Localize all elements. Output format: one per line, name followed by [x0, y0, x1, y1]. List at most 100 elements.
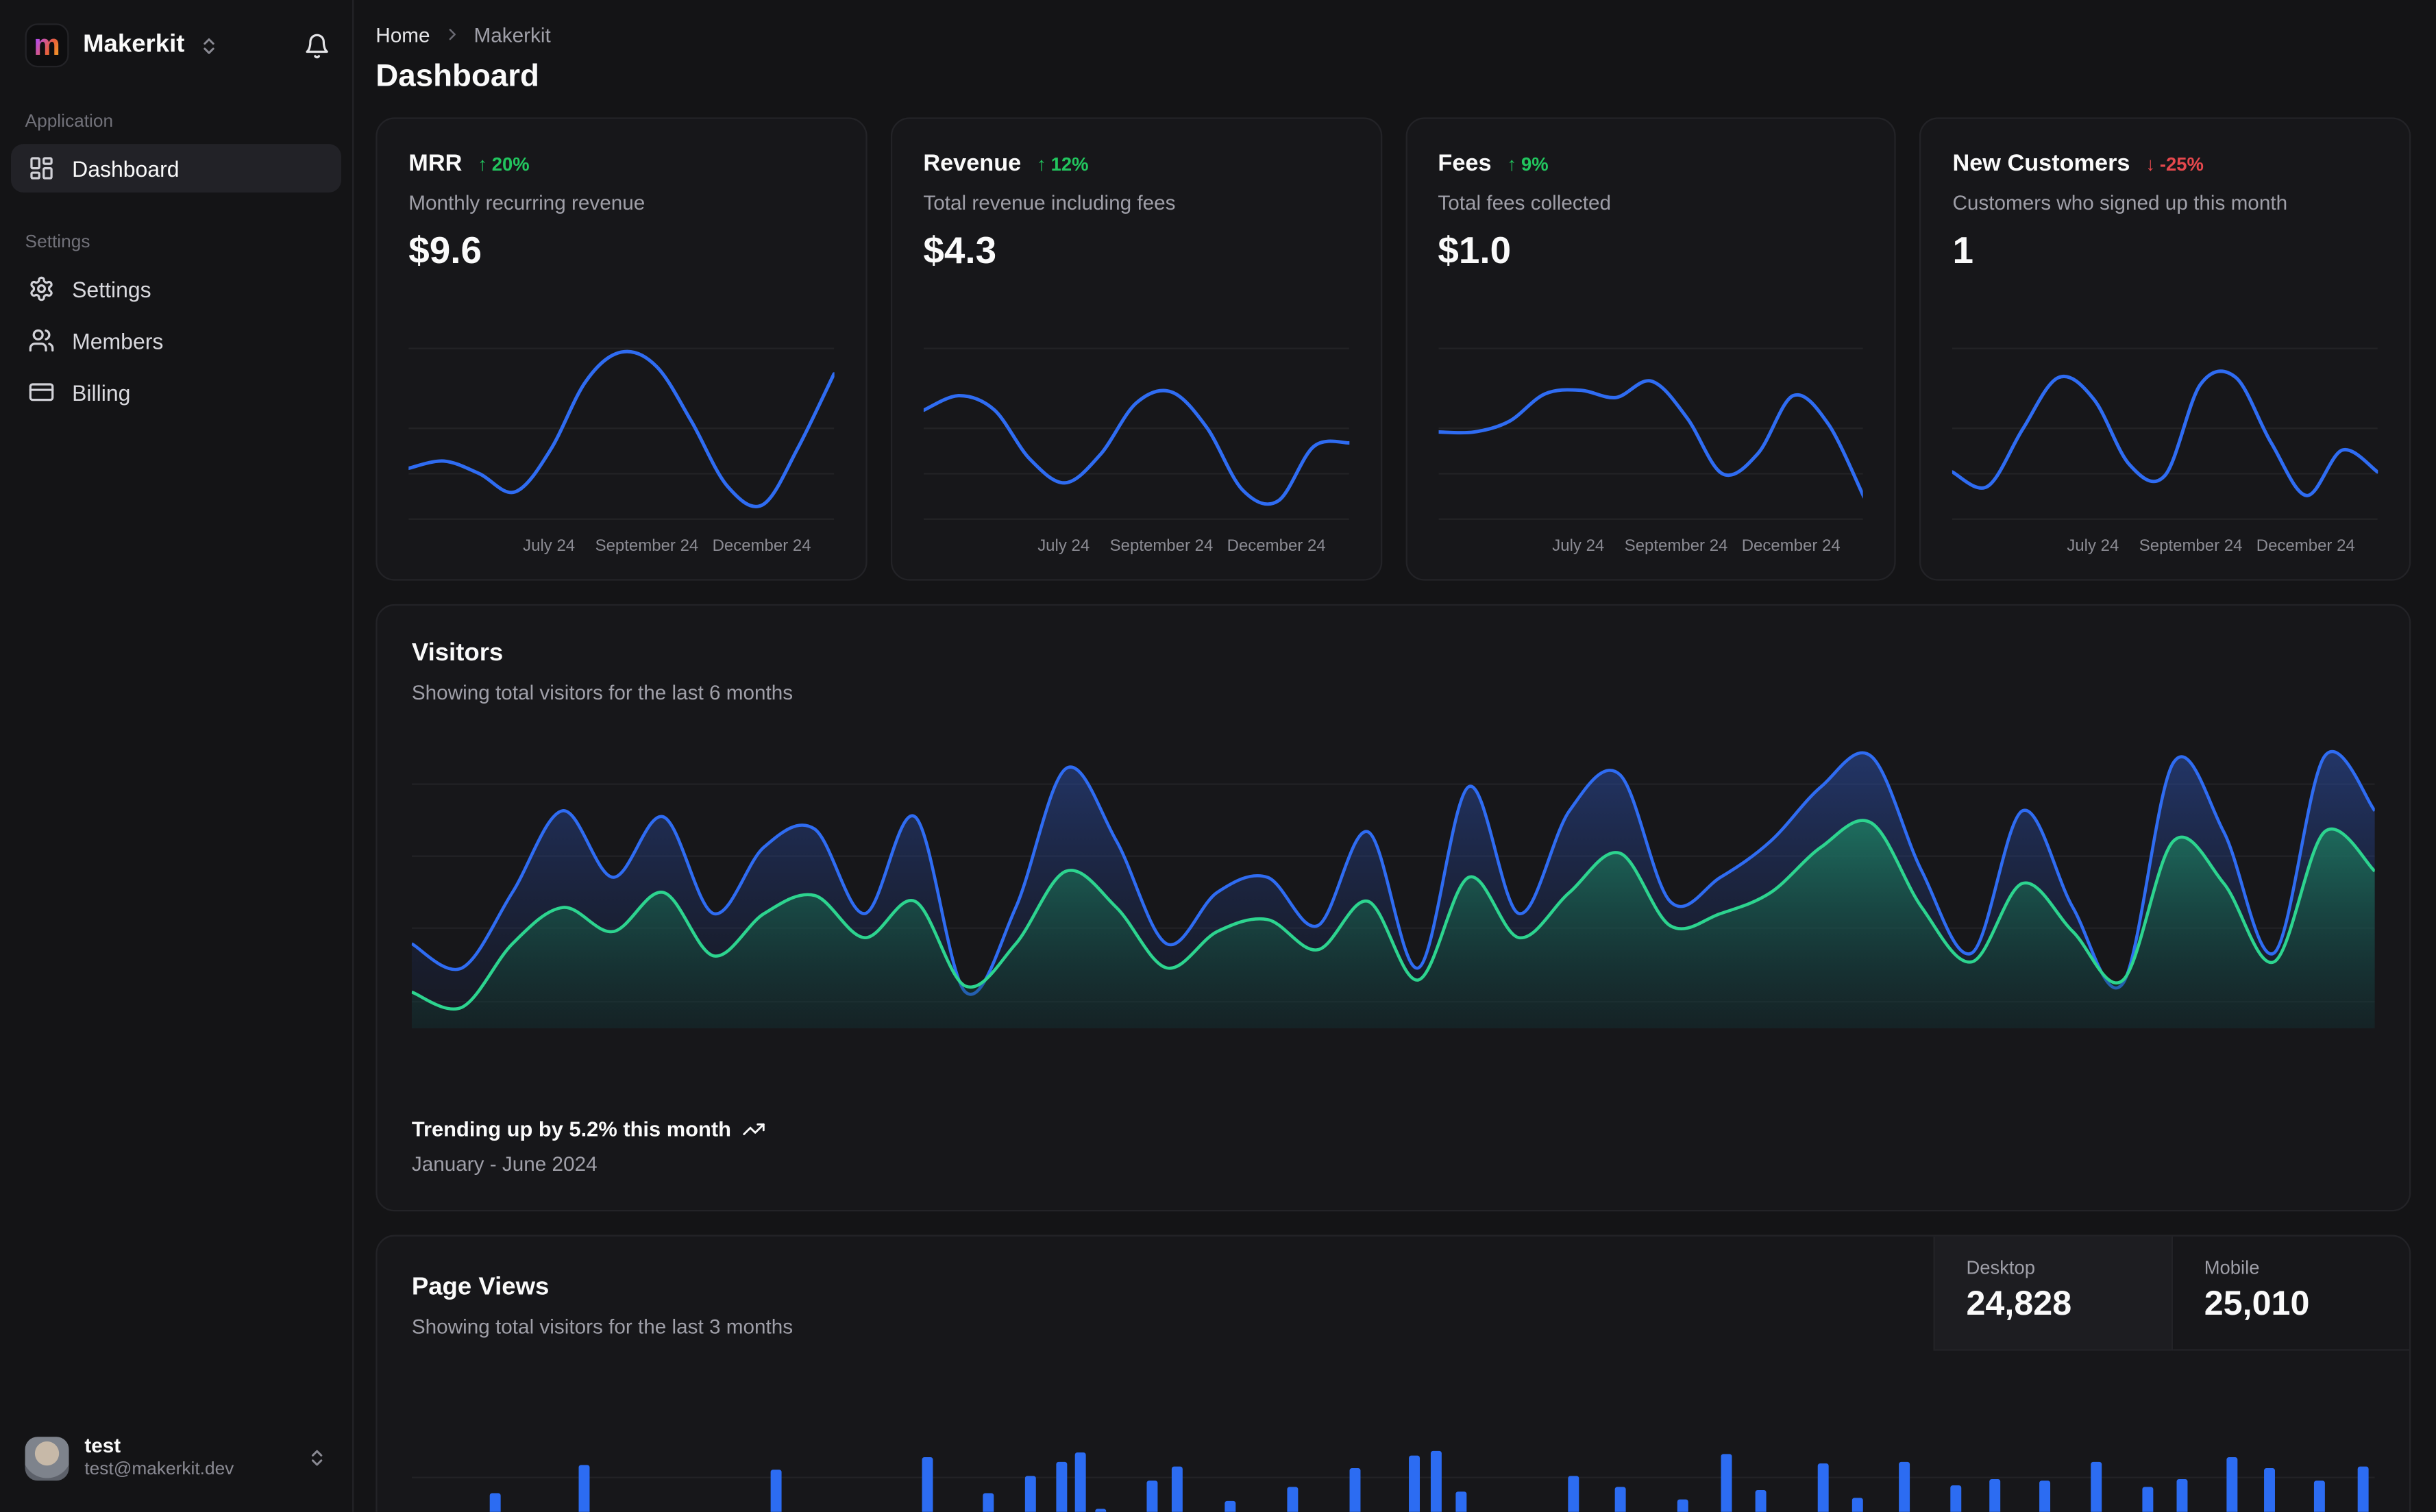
stat-value: $9.6	[408, 230, 482, 273]
visitors-footer: Trending up by 5.2% this month January -…	[412, 1117, 2375, 1176]
bar	[1989, 1478, 2001, 1512]
x-axis-labels: July 24 September 24 December 24	[523, 536, 811, 556]
users-icon	[28, 327, 55, 354]
trend-badge: ↑ 9%	[1507, 152, 1549, 175]
user-menu[interactable]: test test@makerkit.dev	[12, 1426, 339, 1490]
bar	[1056, 1461, 1068, 1512]
stat-title: MRR	[408, 150, 463, 177]
sidebar: m Makerkit Application Dashboard Setting…	[0, 0, 354, 1512]
notifications-button[interactable]	[304, 32, 330, 59]
bar	[2226, 1457, 2238, 1512]
x-axis-labels: July 24 September 24 December 24	[1037, 536, 1326, 556]
bar	[2264, 1467, 2275, 1512]
bar	[1430, 1450, 1442, 1512]
stat-card-mrr: MRR ↑ 20% Monthly recurring revenue $9.6 …	[376, 117, 868, 581]
mobile-label: Mobile	[2204, 1256, 2260, 1279]
bar	[1817, 1463, 1829, 1512]
bar	[983, 1493, 994, 1512]
user-email: test@makerkit.dev	[84, 1460, 234, 1480]
bar	[1455, 1491, 1467, 1512]
bar	[770, 1470, 782, 1512]
chevron-right-icon	[443, 25, 461, 44]
breadcrumb-current: Makerkit	[473, 23, 551, 47]
revenue-sparkline-chart: July 24 September 24 December 24	[923, 341, 1349, 560]
arrow-up-icon: ↑	[1507, 152, 1517, 175]
arrow-up-icon: ↑	[478, 152, 487, 175]
bar	[1095, 1509, 1107, 1512]
sidebar-top: m Makerkit Application Dashboard Setting…	[0, 18, 352, 419]
bar	[922, 1457, 933, 1512]
bar	[1755, 1489, 1767, 1512]
visitors-trend-text: Trending up by 5.2% this month	[411, 1117, 731, 1141]
bar	[2039, 1480, 2051, 1512]
visitors-area-chart	[411, 726, 2375, 1028]
mobile-toggle[interactable]: Mobile 25,010	[2171, 1236, 2409, 1351]
trend-badge: ↑ 20%	[478, 152, 530, 175]
sidebar-item-label: Settings	[72, 276, 151, 301]
stat-value: 1	[1952, 230, 1973, 273]
visitors-period: January - June 2024	[411, 1152, 598, 1176]
stat-title: Fees	[1438, 150, 1492, 177]
sidebar-item-settings[interactable]: Settings	[11, 264, 341, 313]
stat-value: $4.3	[923, 230, 997, 273]
x-axis-labels: July 24 September 24 December 24	[1552, 536, 1841, 556]
sidebar-item-members[interactable]: Members	[11, 316, 341, 364]
visitors-card: Visitors Showing total visitors for the …	[376, 604, 2411, 1212]
sidebar-item-dashboard[interactable]: Dashboard	[10, 144, 342, 193]
workspace-switcher[interactable]: m Makerkit	[25, 23, 304, 68]
chevrons-up-down-icon	[307, 1448, 328, 1469]
bar	[578, 1465, 590, 1512]
stat-title: New Customers	[1952, 150, 2130, 177]
desktop-label: Desktop	[1966, 1256, 2036, 1279]
bar	[1349, 1467, 1361, 1512]
stat-value: $1.0	[1438, 230, 1512, 273]
sidebar-header: m Makerkit	[0, 18, 352, 72]
sidebar-item-label: Billing	[72, 380, 131, 405]
mrr-sparkline-chart: July 24 September 24 December 24	[408, 341, 834, 560]
sidebar-item-billing[interactable]: Billing	[11, 368, 341, 417]
bar	[489, 1493, 501, 1512]
gear-icon	[28, 275, 55, 302]
bar	[2176, 1478, 2188, 1512]
trending-up-icon	[742, 1117, 765, 1141]
stat-description: Customers who signed up this month	[1952, 190, 2288, 214]
stat-card-new-customers: New Customers ↓ -25% Customers who signed…	[1919, 117, 2411, 581]
trend-badge: ↓ -25%	[2145, 152, 2204, 175]
bar	[1950, 1485, 1962, 1512]
breadcrumb-home-link[interactable]: Home	[376, 23, 430, 46]
bar	[2091, 1461, 2102, 1512]
bar	[1851, 1498, 1863, 1512]
page-views-toggles: Desktop 24,828 Mobile 25,010	[1933, 1236, 2409, 1351]
bar	[1171, 1466, 1183, 1512]
app-window: m Makerkit Application Dashboard Setting…	[0, 0, 2436, 1512]
sparkline-svg	[923, 341, 1349, 523]
stat-card-revenue: Revenue ↑ 12% Total revenue including fee…	[890, 117, 1382, 581]
desktop-value: 24,828	[1966, 1283, 2072, 1323]
bar	[1568, 1476, 1579, 1512]
nav-section-label-application: Application	[25, 112, 114, 132]
sidebar-item-label: Members	[72, 327, 164, 354]
bar	[1074, 1452, 1086, 1512]
nav-section-label-settings: Settings	[25, 233, 90, 252]
stat-description: Total fees collected	[1438, 190, 1612, 214]
bar	[1721, 1454, 1732, 1512]
visitors-subtitle: Showing total visitors for the last 6 mo…	[411, 680, 793, 705]
bar	[1225, 1500, 1236, 1512]
workspace-name: Makerkit	[83, 31, 185, 58]
sidebar-item-label: Dashboard	[72, 156, 180, 181]
stat-card-fees: Fees ↑ 9% Total fees collected $1.0 July …	[1405, 117, 1897, 581]
bar	[1146, 1480, 1158, 1512]
bar	[1614, 1487, 1626, 1512]
user-avatar	[25, 1436, 69, 1480]
fees-sparkline-chart: July 24 September 24 December 24	[1438, 341, 1863, 560]
makerkit-logo: m	[25, 23, 69, 68]
mobile-value: 25,010	[2204, 1283, 2310, 1323]
arrow-up-icon: ↑	[1037, 152, 1046, 175]
bar	[2357, 1466, 2369, 1512]
x-axis-labels: July 24 September 24 December 24	[2067, 536, 2355, 556]
user-info: test test@makerkit.dev	[84, 1435, 291, 1483]
stat-description: Monthly recurring revenue	[408, 190, 645, 214]
desktop-toggle[interactable]: Desktop 24,828	[1933, 1236, 2172, 1351]
sparkline-svg	[1438, 341, 1863, 523]
trend-badge: ↑ 12%	[1037, 152, 1089, 175]
